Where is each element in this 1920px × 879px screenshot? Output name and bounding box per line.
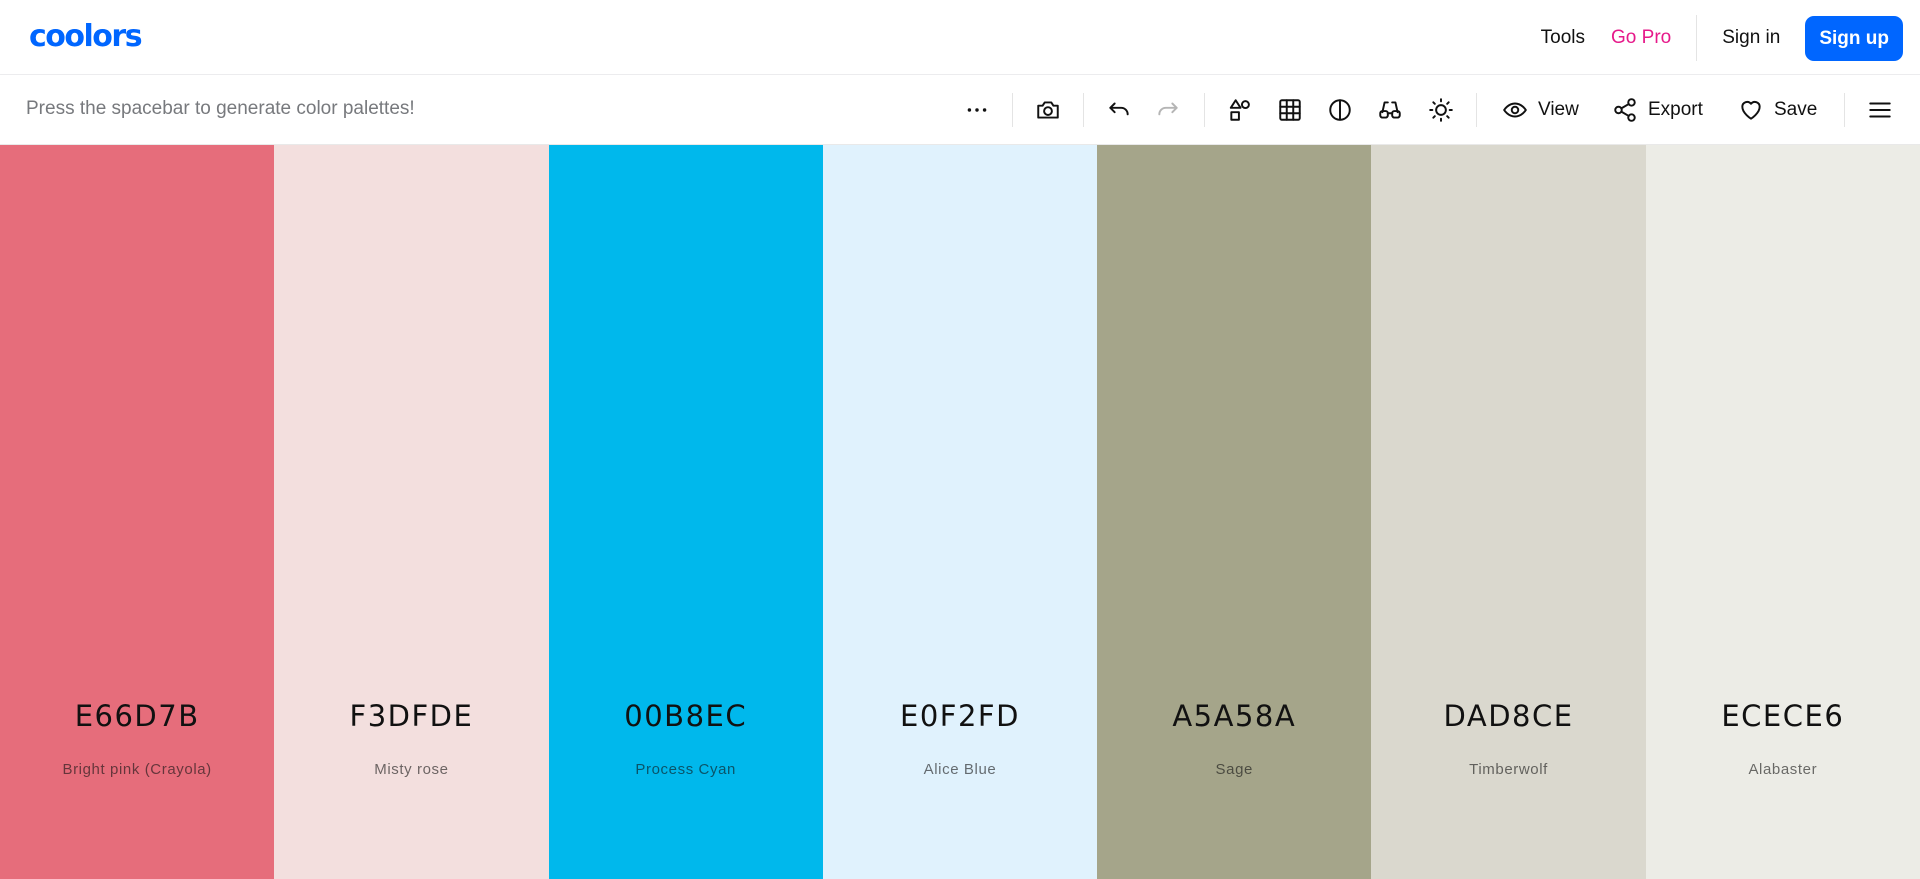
- color-hex-code[interactable]: E66D7B: [0, 699, 274, 733]
- sign-up-button[interactable]: Sign up: [1805, 15, 1903, 61]
- eye-icon: [1503, 102, 1527, 118]
- color-hex-code[interactable]: A5A58A: [1097, 699, 1371, 733]
- color-hex-code[interactable]: F3DFDE: [274, 699, 548, 733]
- glasses-icon[interactable]: [1373, 93, 1407, 127]
- color-swatch[interactable]: DAD8CE Timberwolf: [1371, 145, 1646, 879]
- coolors-logo[interactable]: coolors: [29, 20, 143, 54]
- color-swatch[interactable]: F3DFDE Misty rose: [274, 145, 549, 879]
- color-palette: E66D7B Bright pink (Crayola) F3DFDE Misty r…: [0, 145, 1920, 879]
- toolbar-divider: [1844, 93, 1845, 127]
- heart-icon: [1741, 100, 1761, 120]
- color-name: Timberwolf: [1469, 761, 1548, 778]
- color-swatch[interactable]: A5A58A Sage: [1097, 145, 1372, 879]
- color-swatch[interactable]: ECECE6 Alabaster: [1645, 145, 1920, 879]
- spacebar-hint: Press the spacebar to generate color pal…: [26, 98, 415, 119]
- view-button[interactable]: View: [1502, 93, 1579, 127]
- color-hex-code[interactable]: ECECE6: [1646, 699, 1920, 733]
- nav-go-pro-link[interactable]: Go Pro: [1598, 27, 1684, 49]
- color-hex-code[interactable]: DAD8CE: [1371, 699, 1645, 733]
- color-swatch[interactable]: E0F2FD Alice Blue: [822, 145, 1098, 879]
- sign-in-link[interactable]: Sign in: [1709, 27, 1793, 49]
- camera-icon[interactable]: [1031, 93, 1065, 127]
- color-hex-code[interactable]: E0F2FD: [823, 699, 1097, 733]
- undo-icon[interactable]: [1102, 93, 1136, 127]
- toolbar-divider: [1476, 93, 1477, 127]
- share-icon: [1614, 98, 1636, 122]
- shapes-icon[interactable]: [1223, 93, 1257, 127]
- export-button[interactable]: Export: [1612, 93, 1703, 127]
- color-swatch[interactable]: E66D7B Bright pink (Crayola): [0, 145, 275, 879]
- nav-divider: [1696, 15, 1698, 61]
- more-options-icon[interactable]: [960, 93, 994, 127]
- color-name: Process Cyan: [635, 761, 736, 778]
- export-label: Export: [1648, 99, 1703, 120]
- color-name: Alice Blue: [923, 761, 997, 778]
- contrast-icon[interactable]: [1323, 93, 1357, 127]
- save-label: Save: [1774, 99, 1818, 120]
- color-name: Alabaster: [1748, 761, 1818, 778]
- toolbar-divider: [1012, 93, 1013, 127]
- nav-tools-link[interactable]: Tools: [1528, 27, 1598, 49]
- grid-icon[interactable]: [1273, 93, 1307, 127]
- color-swatch[interactable]: 00B8EC Process Cyan: [548, 145, 823, 879]
- toolbar-divider: [1083, 93, 1084, 127]
- top-navigation: coolors Tools Go Pro Sign in Sign up: [0, 0, 1920, 75]
- save-button[interactable]: Save: [1738, 93, 1817, 127]
- color-name: Misty rose: [374, 761, 449, 778]
- menu-icon[interactable]: [1863, 93, 1897, 127]
- view-label: View: [1538, 99, 1579, 120]
- color-name: Sage: [1215, 761, 1253, 778]
- brightness-icon[interactable]: [1424, 93, 1458, 127]
- generator-toolbar: Press the spacebar to generate color pal…: [0, 75, 1920, 145]
- color-name: Bright pink (Crayola): [62, 761, 212, 778]
- toolbar-divider: [1204, 93, 1205, 127]
- nav-right: Tools Go Pro Sign in Sign up: [1528, 15, 1903, 61]
- redo-icon[interactable]: [1151, 93, 1185, 127]
- color-hex-code[interactable]: 00B8EC: [549, 699, 823, 733]
